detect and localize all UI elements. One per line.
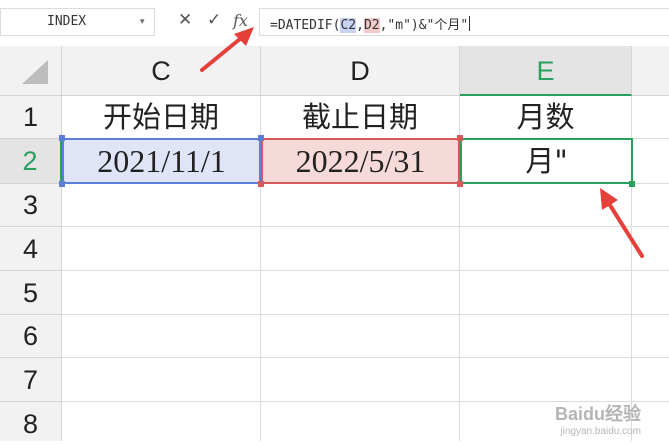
range-handle[interactable] (258, 181, 264, 187)
cell-d1[interactable]: 截止日期 (261, 96, 459, 138)
gridline (62, 314, 669, 315)
watermark-url: jingyan.baidu.com (560, 426, 641, 437)
column-header-e[interactable]: E (460, 46, 632, 96)
gridline (62, 357, 669, 358)
select-all-corner[interactable] (0, 46, 62, 96)
row-header-8[interactable]: 8 (0, 402, 62, 441)
cell-c2[interactable]: 2021/11/1 (62, 138, 261, 184)
range-handle[interactable] (457, 181, 463, 187)
formula-ref-d2: D2 (363, 18, 380, 33)
column-header-f[interactable] (632, 46, 669, 96)
spreadsheet-grid: C D E 1 2 3 4 5 6 7 8 开始日期 截止日期 月数 2021/… (0, 46, 669, 441)
watermark-brand: Baidu经验 (554, 404, 641, 424)
formula-ref-c2: C2 (340, 18, 357, 33)
formula-input[interactable]: =DATEDIF(C2,D2,"m")&"个月" (259, 8, 669, 36)
range-handle[interactable] (258, 135, 264, 141)
range-handle[interactable] (457, 135, 463, 141)
watermark: Baidu经验 jingyan.baidu.com (555, 400, 641, 437)
row-header-3[interactable]: 3 (0, 184, 62, 227)
cell-e1[interactable]: 月数 (460, 96, 631, 138)
row-header-6[interactable]: 6 (0, 315, 62, 358)
formula-text: =DATEDIF(C2,D2,"m")&"个月" (270, 16, 471, 33)
row-header-1[interactable]: 1 (0, 96, 62, 139)
name-box-value: INDEX (47, 14, 87, 29)
range-handle[interactable] (59, 135, 65, 141)
range-handle[interactable] (59, 181, 65, 187)
cell-c1[interactable]: 开始日期 (62, 96, 260, 138)
row-header-7[interactable]: 7 (0, 358, 62, 402)
select-all-triangle-icon (22, 60, 48, 84)
row-header-4[interactable]: 4 (0, 227, 62, 271)
name-box[interactable]: INDEX ▾ (0, 8, 155, 36)
gridline (62, 270, 669, 271)
cancel-icon[interactable]: ✕ (178, 10, 192, 30)
annotation-arrow-icon (200, 27, 254, 72)
chevron-down-icon[interactable]: ▾ (140, 16, 150, 26)
annotation-arrow-icon (600, 188, 644, 258)
gridline (62, 226, 669, 227)
column-header-d[interactable]: D (261, 46, 460, 96)
row-header-5[interactable]: 5 (0, 271, 62, 315)
text-cursor (469, 16, 471, 31)
row-header-2[interactable]: 2 (0, 139, 62, 184)
formula-bar: INDEX ▾ ✕ ✓ fx =DATEDIF(C2,D2,"m")&"个月" (0, 0, 669, 46)
cell-e2-editing[interactable]: 月" (460, 138, 633, 184)
cell-d2[interactable]: 2022/5/31 (261, 138, 460, 184)
